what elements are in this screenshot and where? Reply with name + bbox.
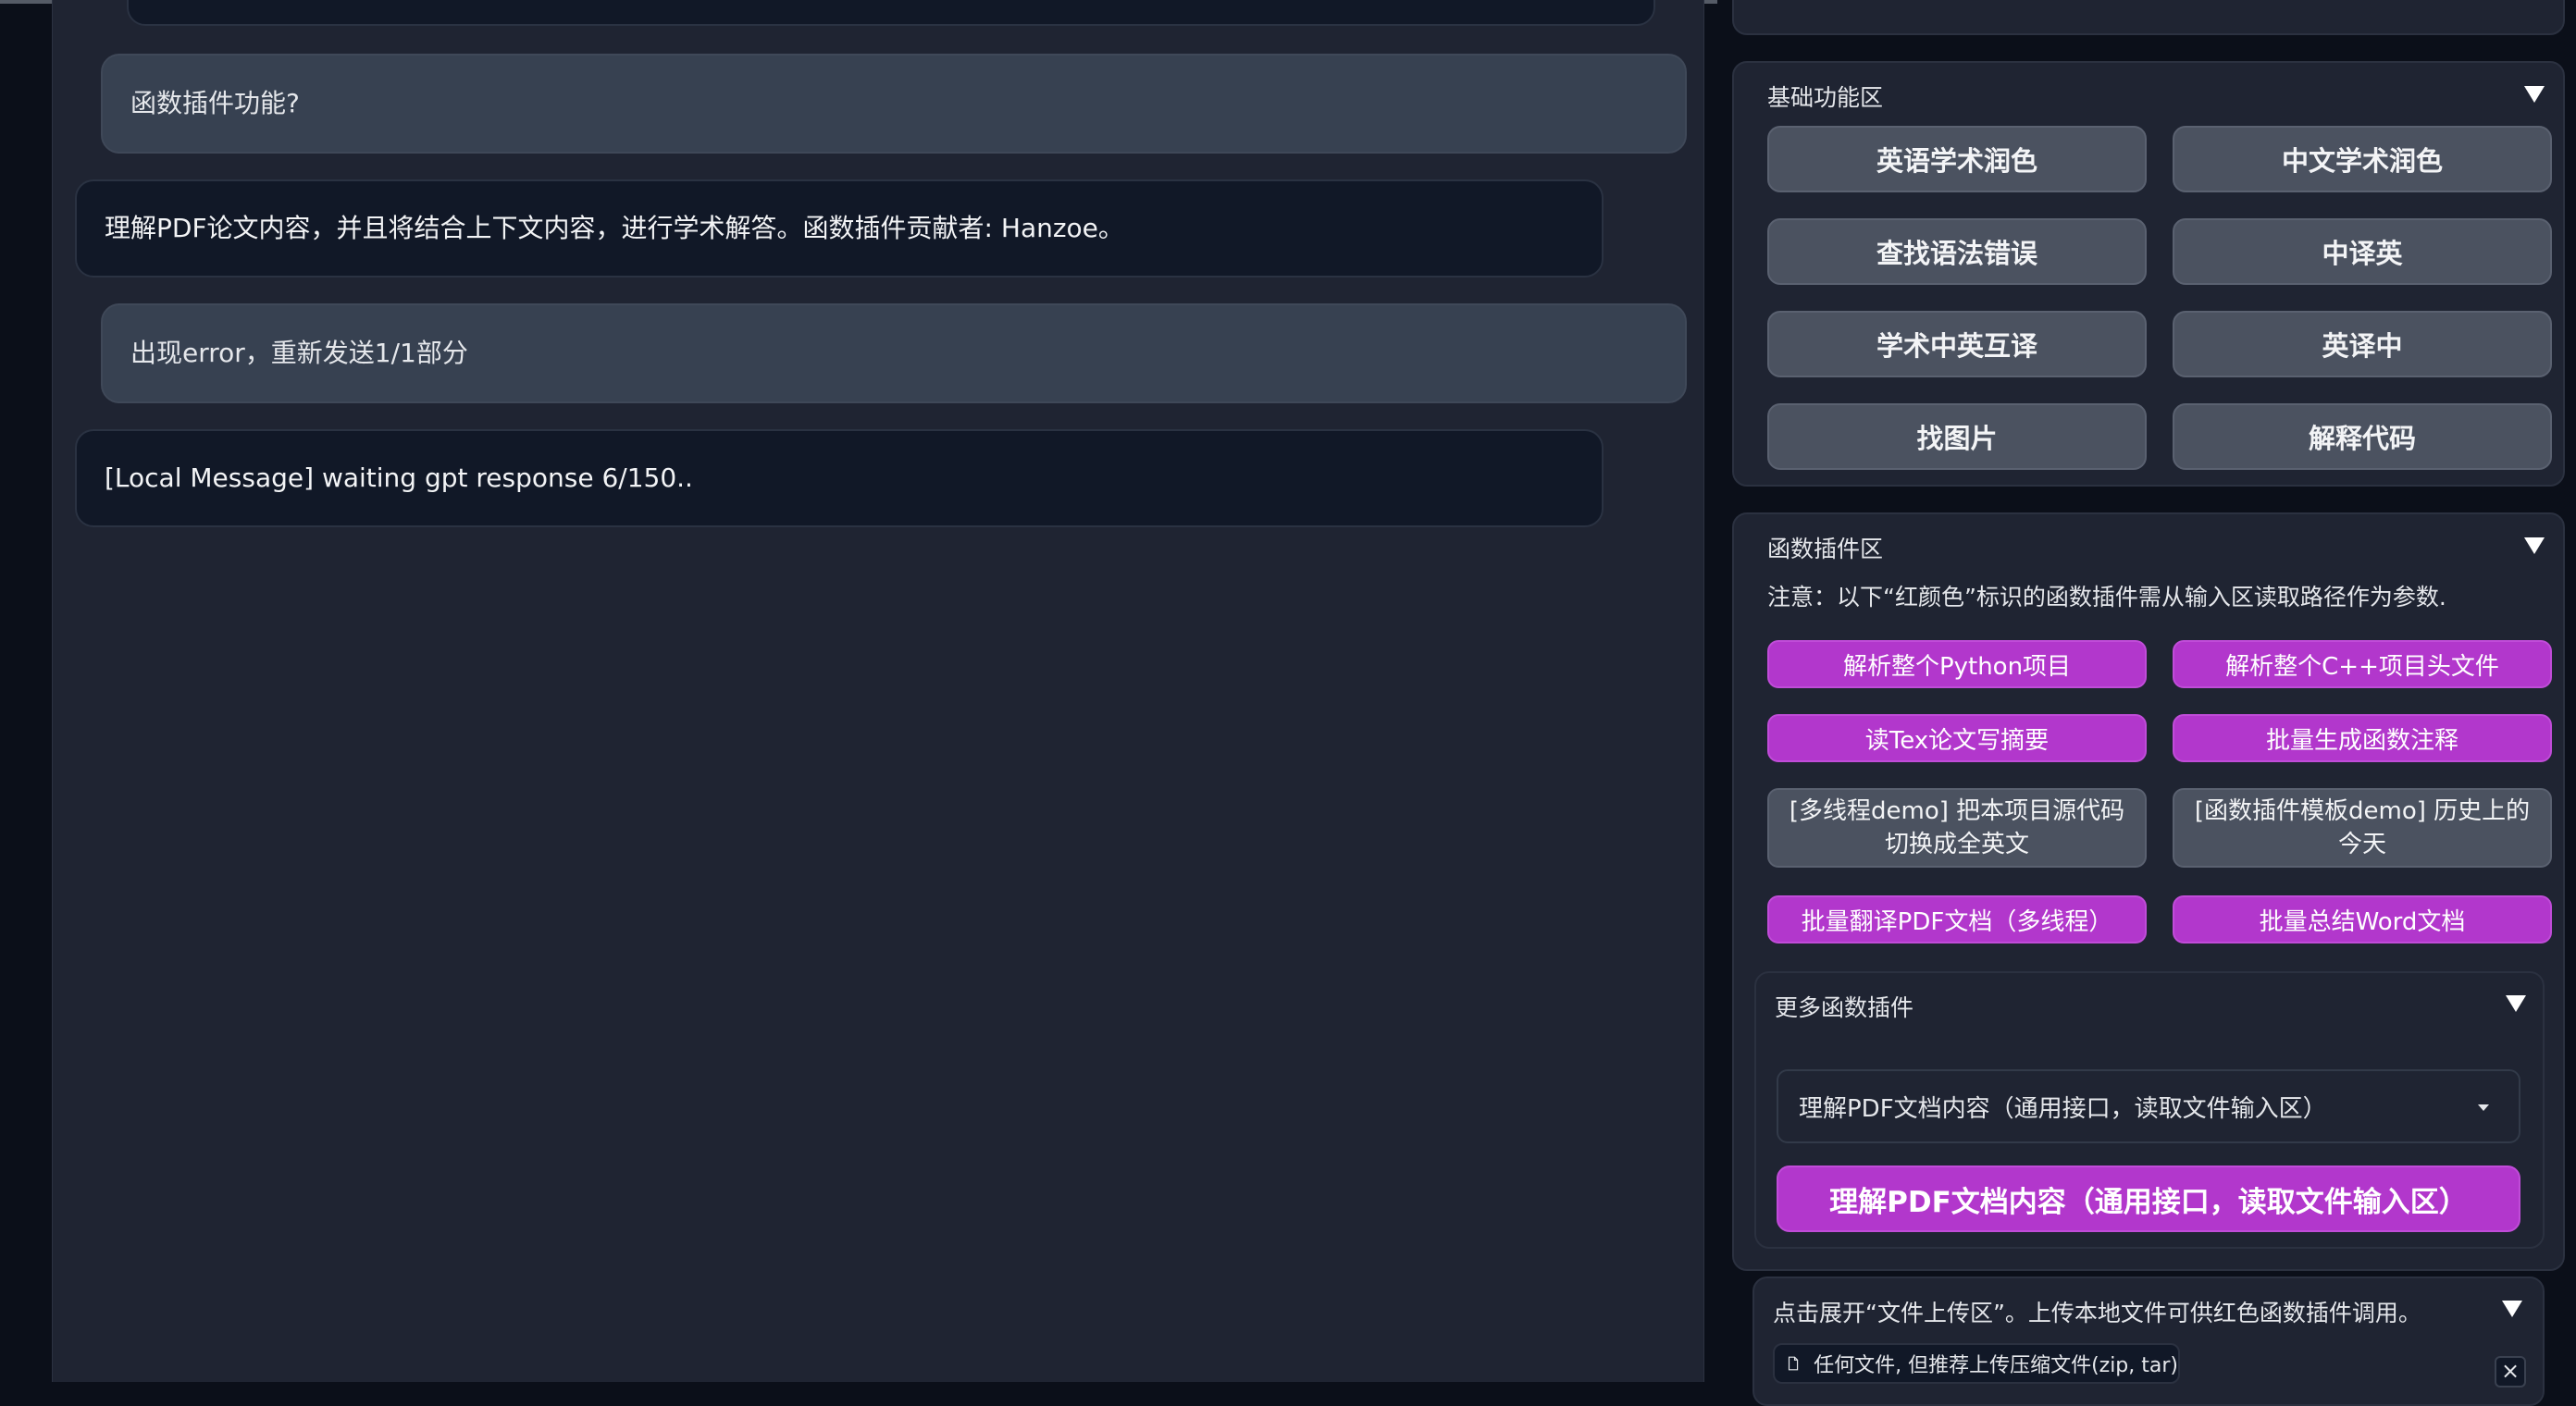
triangle-down-icon[interactable]	[2506, 995, 2526, 1012]
chat-column: 函数插件功能? 理解PDF论文内容，并且将结合上下文内容，进行学术解答。函数插件…	[52, 0, 1704, 1382]
plugin-btn-summarize-word[interactable]: 批量总结Word文档	[2173, 895, 2552, 944]
message-text: [Local Message] waiting gpt response 6/1…	[105, 462, 693, 493]
upload-panel: 点击展开“文件上传区”。上传本地文件可供红色函数插件调用。 任何文件, 但推荐上…	[1752, 1276, 2545, 1406]
plugin-btn-func-comments[interactable]: 批量生成函数注释	[2173, 714, 2552, 762]
chat-message-assistant: 理解PDF论文内容，并且将结合上下文内容，进行学术解答。函数插件贡献者: Han…	[75, 179, 1604, 278]
message-text: 出现error，重新发送1/1部分	[130, 338, 468, 368]
btn-find-image[interactable]: 找图片	[1767, 403, 2147, 470]
plugin-btn-cpp-headers[interactable]: 解析整个C++项目头文件	[2173, 640, 2552, 688]
plugin-btn-python-project[interactable]: 解析整个Python项目	[1767, 640, 2147, 688]
plugin-note: 注意：以下“红颜色”标识的函数插件需从输入区读取路径作为参数.	[1767, 584, 2446, 610]
upload-title[interactable]: 点击展开“文件上传区”。上传本地文件可供红色函数插件调用。	[1773, 1295, 2421, 1328]
dropdown-selected-value: 理解PDF文档内容（通用接口，读取文件输入区）	[1799, 1094, 2327, 1123]
caret-down-icon	[2478, 1104, 2489, 1111]
triangle-down-icon[interactable]	[2502, 1301, 2522, 1317]
triangle-down-icon[interactable]	[2524, 537, 2545, 554]
control-column: 基础功能区 英语学术润色 中文学术润色 查找语法错误 中译英 学术中英互译 英译…	[1717, 0, 2576, 1406]
plugin-btn-tex-abstract[interactable]: 读Tex论文写摘要	[1767, 714, 2147, 762]
plugin-panel: 函数插件区 注意：以下“红颜色”标识的函数插件需从输入区读取路径作为参数. 解析…	[1732, 512, 2565, 1271]
message-text: 理解PDF论文内容，并且将结合上下文内容，进行学术解答。函数插件贡献者: Han…	[105, 213, 1124, 243]
triangle-down-icon[interactable]	[2524, 86, 2545, 103]
chat-message-user: 出现error，重新发送1/1部分	[101, 303, 1687, 403]
close-icon[interactable]: ×	[2495, 1356, 2526, 1388]
more-plugins-title: 更多函数插件	[1775, 994, 1914, 1021]
run-plugin-button[interactable]: 理解PDF文档内容（通用接口，读取文件输入区）	[1777, 1166, 2520, 1232]
plugin-btn-translate-pdf[interactable]: 批量翻译PDF文档（多线程）	[1767, 895, 2147, 944]
file-hint-text: 任何文件, 但推荐上传压缩文件(zip, tar)	[1814, 1354, 2178, 1377]
message-text: 函数插件功能?	[130, 88, 300, 118]
btn-academic-translate[interactable]: 学术中英互译	[1767, 311, 2147, 377]
btn-english-polish[interactable]: 英语学术润色	[1767, 126, 2147, 192]
btn-explain-code[interactable]: 解释代码	[2173, 403, 2552, 470]
chat-bubble-partial	[127, 0, 1655, 26]
plugin-btn-template-demo[interactable]: [函数插件模板demo] 历史上的今天	[2173, 788, 2552, 868]
panel-title: 基础功能区	[1767, 84, 1884, 111]
btn-chinese-polish[interactable]: 中文学术润色	[2173, 126, 2552, 192]
basic-functions-panel: 基础功能区 英语学术润色 中文学术润色 查找语法错误 中译英 学术中英互译 英译…	[1732, 61, 2565, 487]
more-plugins-panel: 更多函数插件 理解PDF文档内容（通用接口，读取文件输入区） 理解PDF文档内容…	[1754, 971, 2545, 1249]
chat-message-user: 函数插件功能?	[101, 54, 1687, 154]
btn-zh-to-en[interactable]: 中译英	[2173, 218, 2552, 285]
plugin-btn-multithread-demo[interactable]: [多线程demo] 把本项目源代码切换成全英文	[1767, 788, 2147, 868]
btn-grammar-check[interactable]: 查找语法错误	[1767, 218, 2147, 285]
file-icon	[1788, 1356, 1799, 1371]
file-drop-hint[interactable]: 任何文件, 但推荐上传压缩文件(zip, tar)	[1773, 1343, 2180, 1384]
chat-message-assistant: [Local Message] waiting gpt response 6/1…	[75, 429, 1604, 527]
panel-partial-top	[1732, 0, 2565, 35]
panel-title: 函数插件区	[1767, 536, 1884, 562]
plugin-dropdown[interactable]: 理解PDF文档内容（通用接口，读取文件输入区）	[1777, 1069, 2520, 1143]
btn-en-to-zh[interactable]: 英译中	[2173, 311, 2552, 377]
